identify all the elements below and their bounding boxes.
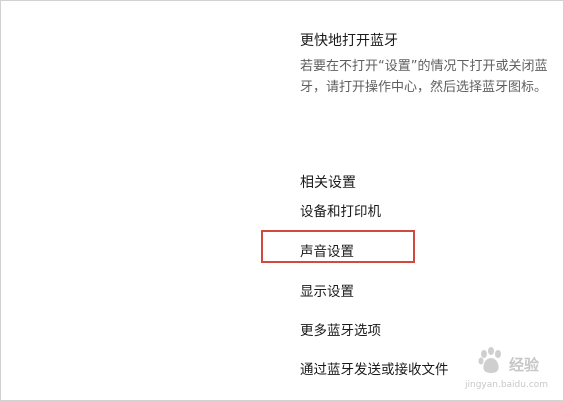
link-send-receive-files-bluetooth[interactable]: 通过蓝牙发送或接收文件 bbox=[300, 358, 449, 378]
related-settings-heading: 相关设置 bbox=[300, 175, 356, 191]
watermark: 经验 jingyan.baidu.com bbox=[459, 342, 555, 398]
quick-bluetooth-description: 若要在不打开“设置”的情况下打开或关闭蓝牙，请打开操作中心，然后选择蓝牙图标。 bbox=[300, 59, 548, 95]
highlight-annotation-box bbox=[261, 230, 415, 263]
quick-bluetooth-heading: 更快地打开蓝牙 bbox=[300, 33, 398, 49]
watermark-subtext: jingyan.baidu.com bbox=[465, 380, 549, 390]
link-devices-and-printers[interactable]: 设备和打印机 bbox=[300, 200, 381, 220]
settings-panel: 更快地打开蓝牙 若要在不打开“设置”的情况下打开或关闭蓝牙，请打开操作中心，然后… bbox=[0, 0, 564, 401]
link-display-settings[interactable]: 显示设置 bbox=[300, 280, 354, 300]
watermark-text: 经验 bbox=[509, 356, 540, 374]
paw-icon bbox=[478, 347, 501, 373]
link-more-bluetooth-options[interactable]: 更多蓝牙选项 bbox=[300, 319, 381, 339]
